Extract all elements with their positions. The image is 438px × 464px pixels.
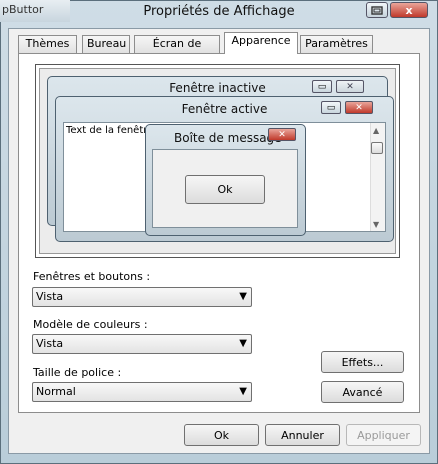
color-scheme-value: Vista	[36, 337, 64, 350]
restore-button[interactable]	[366, 2, 388, 18]
color-scheme-select[interactable]: Vista ▼	[32, 334, 252, 354]
preview-message-ok-button: Ok	[185, 175, 265, 204]
preview-scroll-up-icon: ▲	[373, 126, 380, 135]
chevron-down-icon: ▼	[239, 338, 247, 349]
chevron-down-icon: ▼	[239, 291, 247, 302]
advanced-button[interactable]: Avancé	[321, 381, 404, 403]
restore-icon	[371, 5, 383, 15]
close-icon: x	[405, 3, 413, 17]
preview-window-text: Text de la fenêtre	[66, 125, 154, 136]
preview-active-title: Fenêtre active	[181, 102, 268, 116]
preview-inactive-close-icon: ✕	[336, 80, 364, 93]
preview-active-close-icon: ✕	[345, 101, 373, 114]
apply-button[interactable]: Appliquer	[346, 424, 421, 446]
windows-buttons-label: Fenêtres et boutons :	[33, 270, 151, 283]
preview-scroll-down-icon: ▼	[373, 220, 380, 229]
cancel-button[interactable]: Annuler	[265, 424, 340, 446]
windows-buttons-value: Vista	[36, 290, 64, 303]
chevron-down-icon: ▼	[239, 386, 247, 397]
ok-button[interactable]: Ok	[184, 424, 259, 446]
color-scheme-label: Modèle de couleurs :	[33, 318, 148, 331]
font-size-select[interactable]: Normal ▼	[32, 382, 252, 402]
tab-settings[interactable]: Paramètres	[300, 35, 373, 53]
font-size-label: Taille de police :	[33, 366, 122, 379]
tab-screensaver[interactable]: Écran de veille	[134, 35, 220, 66]
preview-inactive-restore-icon: ▭	[312, 80, 332, 93]
tab-desktop[interactable]: Bureau	[82, 35, 130, 53]
title-bar[interactable]: Propriétés de Affichage x	[0, 0, 438, 26]
preview-scroll-thumb	[371, 142, 383, 154]
preview-scrollbar	[370, 123, 385, 231]
preview-active-restore-icon: ▭	[321, 101, 341, 114]
tab-themes[interactable]: Thèmes	[18, 35, 77, 53]
tab-appearance[interactable]: Apparence	[224, 32, 298, 54]
windows-buttons-select[interactable]: Vista ▼	[32, 287, 252, 307]
effects-button[interactable]: Effets...	[321, 351, 404, 373]
font-size-value: Normal	[36, 385, 76, 398]
close-button[interactable]: x	[390, 2, 428, 18]
preview-message-close-icon: ✕	[268, 128, 296, 141]
